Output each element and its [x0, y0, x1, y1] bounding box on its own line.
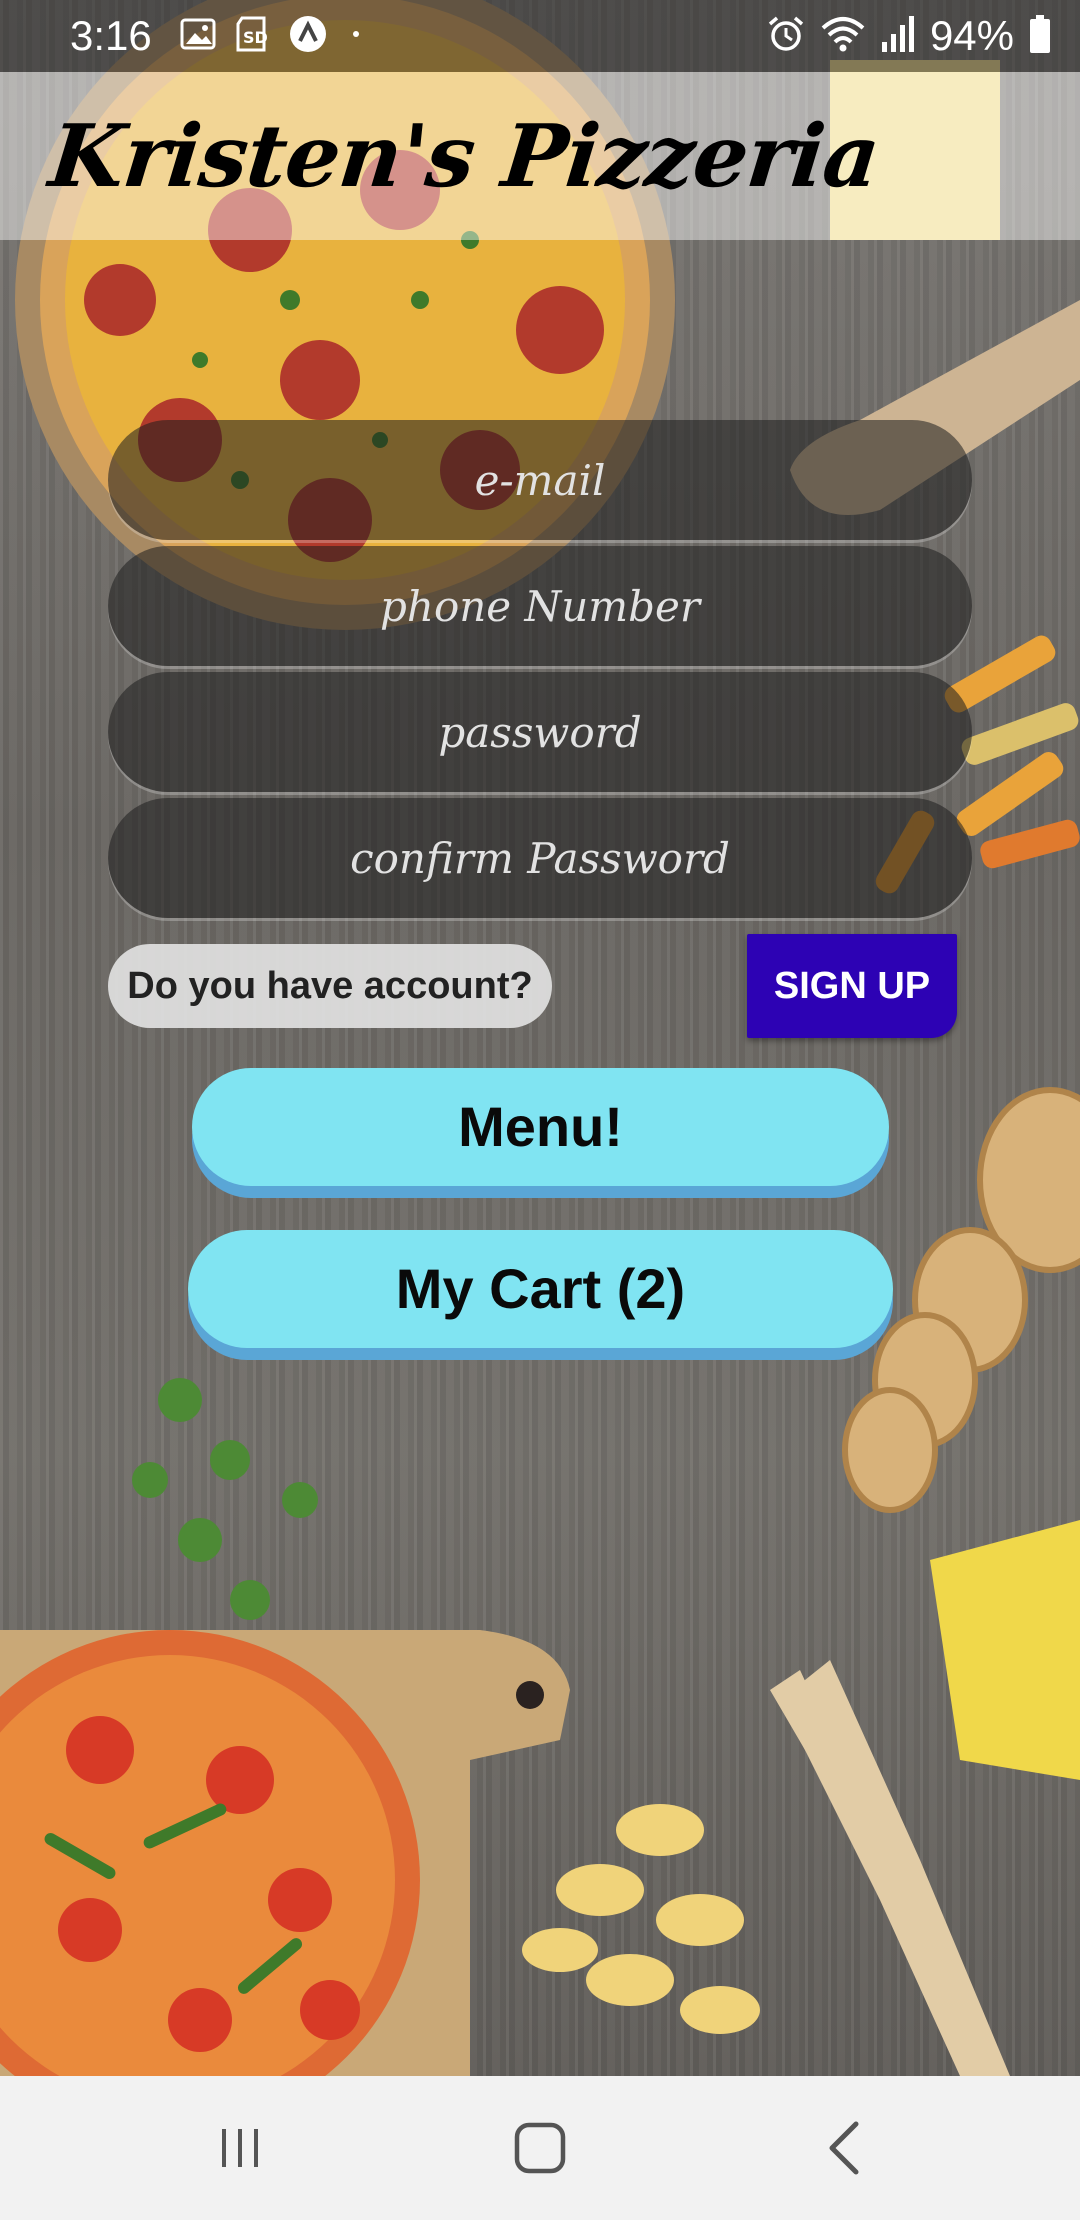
alarm-icon	[766, 14, 806, 59]
status-bar: 3:16 SD 94%	[0, 0, 1080, 72]
battery-percentage: 94%	[929, 12, 1014, 59]
have-account-link[interactable]: Do you have account?	[108, 944, 552, 1028]
sign-up-button[interactable]: SIGN UP	[747, 934, 957, 1038]
menu-button[interactable]: Menu!	[192, 1068, 889, 1186]
status-time: 3:16	[70, 12, 152, 59]
gallery-icon	[180, 18, 216, 55]
app-title: Kristen's Pizzeria	[44, 106, 884, 207]
navigation-bar	[0, 2076, 1080, 2220]
phone-input[interactable]	[149, 580, 931, 632]
status-icons-left: SD	[180, 14, 366, 58]
password-field[interactable]	[108, 672, 972, 792]
home-icon[interactable]	[490, 2112, 590, 2184]
food-illustration	[0, 0, 1080, 2076]
app-notification-icon	[288, 14, 328, 59]
battery-icon	[1028, 14, 1052, 59]
confirm-password-field[interactable]	[108, 798, 972, 918]
password-input[interactable]	[149, 706, 931, 758]
background-image	[0, 0, 1080, 2076]
email-input[interactable]	[149, 454, 931, 506]
screen: 3:16 SD 94% Kristen's Pizzeria e-mail ph…	[0, 0, 1080, 2220]
back-icon[interactable]	[794, 2112, 894, 2184]
wifi-icon	[820, 14, 866, 59]
app-bar: Kristen's Pizzeria	[0, 72, 1080, 240]
status-icons-right: 94%	[766, 10, 1052, 62]
email-field[interactable]	[108, 420, 972, 540]
signal-icon	[880, 14, 916, 59]
sd-card-icon: SD	[234, 16, 270, 57]
svg-text:SD: SD	[243, 28, 268, 47]
more-dot-icon	[346, 24, 366, 49]
recent-apps-icon[interactable]	[190, 2112, 290, 2184]
phone-field[interactable]	[108, 546, 972, 666]
confirm-password-input[interactable]	[149, 832, 931, 884]
my-cart-button[interactable]: My Cart (2)	[188, 1230, 893, 1348]
